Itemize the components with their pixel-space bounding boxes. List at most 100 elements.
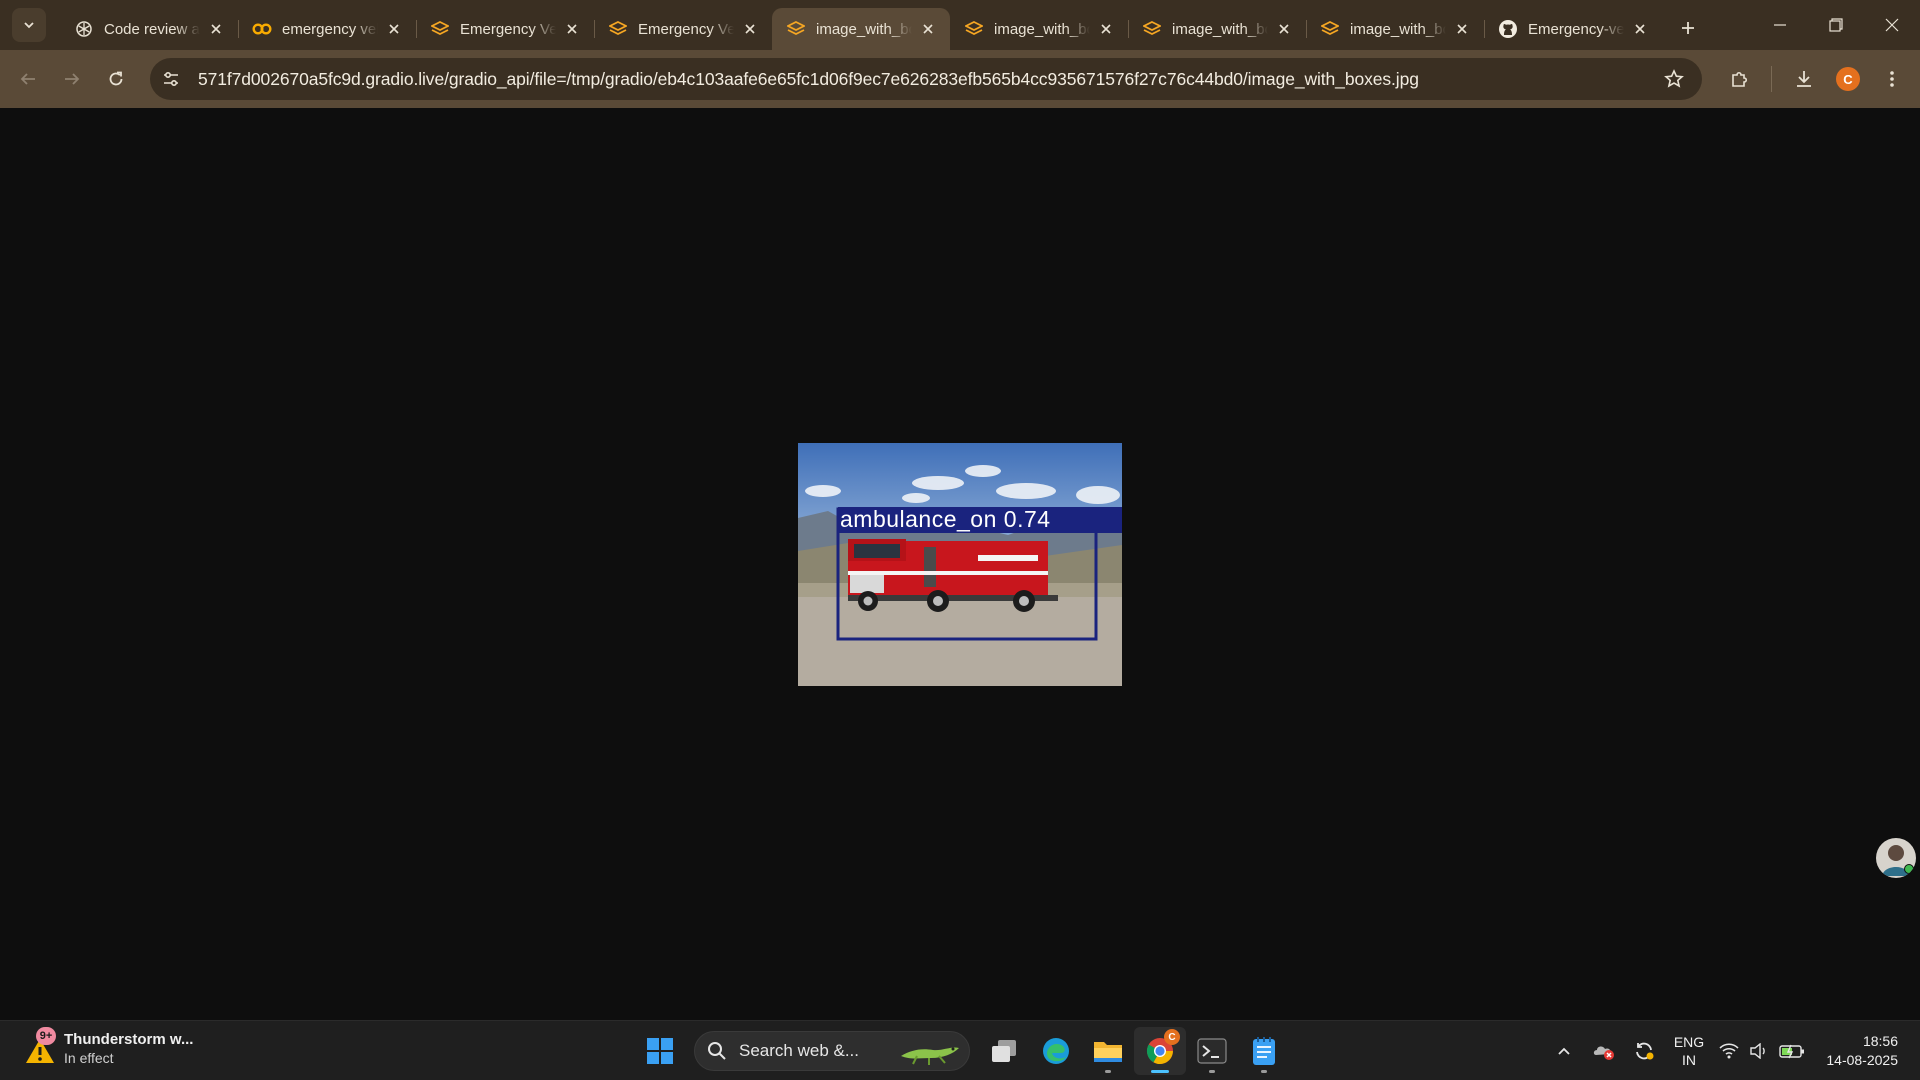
detection-label: ambulance_on 0.74	[840, 506, 1051, 532]
image-viewer: ambulance_on 0.74	[0, 108, 1920, 1020]
reload-icon	[109, 71, 123, 86]
close-icon[interactable]	[206, 19, 226, 39]
tab-image-with-boxes-active[interactable]: image_with_boxes.jpg	[772, 8, 950, 50]
restore-button[interactable]	[1808, 0, 1864, 50]
gradio-icon	[786, 19, 806, 39]
tab-image-with-boxes-2[interactable]: image_with_boxes.jpg	[950, 8, 1128, 50]
weather-badge: 9+	[36, 1027, 56, 1045]
taskbar-search[interactable]: Search web &...	[694, 1031, 970, 1071]
language-indicator[interactable]: ENG IN	[1664, 1033, 1714, 1069]
tab-search-button[interactable]	[12, 8, 46, 42]
tab-code-review[interactable]: Code review assistant	[60, 8, 238, 50]
sync-button[interactable]	[1624, 1031, 1664, 1071]
tab-strip: Code review assistant emergency vehicle …	[0, 0, 1920, 50]
start-button[interactable]	[634, 1027, 686, 1075]
restore-icon	[1829, 18, 1843, 32]
tab-title: image_with_boxes.jpg	[1172, 20, 1268, 38]
terminal-app[interactable]	[1186, 1027, 1238, 1075]
forward-button[interactable]	[50, 57, 94, 101]
gradio-icon	[964, 19, 984, 39]
weather-alert-icon: 9+	[20, 1027, 60, 1069]
tab-title: Emergency Vehicle Detection	[638, 20, 734, 38]
site-info-button[interactable]	[152, 60, 190, 98]
close-icon[interactable]	[1274, 19, 1294, 39]
weather-title: Thunderstorm w...	[64, 1031, 194, 1048]
minimize-button[interactable]	[1752, 0, 1808, 50]
download-icon	[1797, 71, 1811, 87]
tab-title: Code review assistant	[104, 20, 200, 38]
reload-button[interactable]	[94, 57, 138, 101]
avatar: C	[1836, 67, 1860, 91]
plus-icon	[1682, 22, 1694, 34]
clock-date: 14-08-2025	[1826, 1052, 1898, 1068]
onedrive-button[interactable]	[1584, 1031, 1624, 1071]
lizard-illustration-icon	[901, 1047, 959, 1065]
weather-widget[interactable]: 9+ Thunderstorm w... In effect	[20, 1027, 194, 1069]
folder-icon	[1094, 1042, 1122, 1062]
tab-title: image_with_boxes.jpg	[994, 20, 1090, 38]
close-window-button[interactable]	[1864, 0, 1920, 50]
extensions-button[interactable]	[1717, 57, 1761, 101]
notepad-app[interactable]	[1238, 1027, 1290, 1075]
edge-browser-icon	[1043, 1038, 1069, 1064]
tab-github[interactable]: Emergency-vehicle-detection	[1484, 8, 1662, 50]
online-status-dot	[1904, 864, 1914, 874]
taskbar-apps: Search web &... C	[634, 1027, 1290, 1075]
clock[interactable]: 18:56 14-08-2025	[1810, 1032, 1920, 1070]
network-button[interactable]	[1714, 1031, 1744, 1071]
github-icon	[1498, 19, 1518, 39]
close-icon[interactable]	[384, 19, 404, 39]
side-panel-avatar[interactable]	[1876, 838, 1916, 878]
detection-image[interactable]: ambulance_on 0.74	[798, 443, 1122, 686]
gradio-icon	[608, 19, 628, 39]
close-icon[interactable]	[1452, 19, 1472, 39]
url-text: 571f7d002670a5fc9d.gradio.live/gradio_ap…	[198, 68, 1419, 89]
close-icon[interactable]	[562, 19, 582, 39]
downloads-button[interactable]	[1782, 57, 1826, 101]
tab-image-with-boxes-4[interactable]: image_with_boxes.jpg	[1306, 8, 1484, 50]
toolbar-divider	[1771, 66, 1772, 92]
profile-button[interactable]: C	[1826, 57, 1870, 101]
close-icon[interactable]	[1096, 19, 1116, 39]
weather-subtitle: In effect	[64, 1050, 114, 1066]
chrome-app[interactable]: C	[1134, 1027, 1186, 1075]
chevron-down-icon	[24, 22, 34, 29]
bookmark-star-icon[interactable]	[1662, 67, 1686, 91]
close-icon[interactable]	[1630, 19, 1650, 39]
more-vertical-icon	[1890, 71, 1894, 87]
battery-charging-icon	[1779, 1044, 1804, 1059]
file-explorer-app[interactable]	[1082, 1027, 1134, 1075]
new-tab-button[interactable]	[1670, 10, 1706, 46]
tab-gradio-1[interactable]: Emergency Vehicle Detection	[416, 8, 594, 50]
address-bar[interactable]: 571f7d002670a5fc9d.gradio.live/gradio_ap…	[150, 58, 1702, 100]
task-view-button[interactable]	[978, 1027, 1030, 1075]
speaker-icon	[1750, 1043, 1765, 1059]
tab-gradio-2[interactable]: Emergency Vehicle Detection	[594, 8, 772, 50]
notepad-icon	[1253, 1037, 1275, 1065]
tab-colab[interactable]: emergency vehicle detection	[238, 8, 416, 50]
window-controls	[1752, 0, 1920, 50]
chrome-profile-badge: C	[1164, 1029, 1180, 1045]
windows-taskbar: 9+ Thunderstorm w... In effect Search we…	[0, 1020, 1920, 1080]
tab-title: image_with_boxes.jpg	[1350, 20, 1446, 38]
cloud-error-icon	[1593, 1046, 1614, 1060]
tab-image-with-boxes-3[interactable]: image_with_boxes.jpg	[1128, 8, 1306, 50]
close-icon[interactable]	[740, 19, 760, 39]
close-icon[interactable]	[918, 19, 938, 39]
edge-app[interactable]	[1030, 1027, 1082, 1075]
tab-title: emergency vehicle detection	[282, 20, 378, 38]
back-button[interactable]	[6, 57, 50, 101]
volume-button[interactable]	[1744, 1031, 1774, 1071]
tab-title: Emergency Vehicle Detection	[460, 20, 556, 38]
system-tray: ENG IN 18:56 14-08-2025	[1544, 1021, 1920, 1080]
region-code: IN	[1682, 1052, 1696, 1068]
battery-button[interactable]	[1774, 1031, 1810, 1071]
windows-logo-icon	[647, 1038, 673, 1064]
tune-icon	[164, 71, 178, 87]
gradio-icon	[430, 19, 450, 39]
show-hidden-icons-button[interactable]	[1544, 1031, 1584, 1071]
chatgpt-icon	[74, 19, 94, 39]
search-icon	[708, 1042, 726, 1060]
menu-button[interactable]	[1870, 57, 1914, 101]
puzzle-icon	[1732, 71, 1748, 87]
